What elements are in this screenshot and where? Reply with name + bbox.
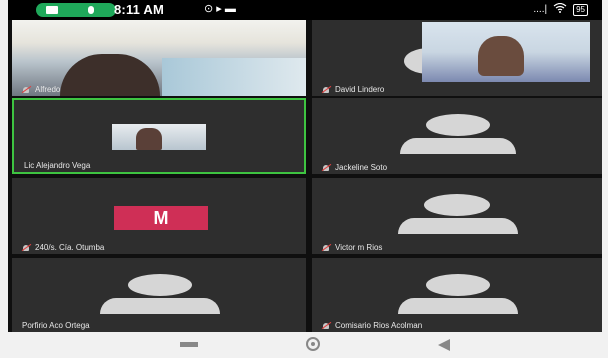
participant-name: Comisario Rios Acolman: [322, 321, 422, 330]
participant-initial-badge: M: [114, 206, 208, 230]
home-button[interactable]: [306, 337, 320, 351]
microphone-muted-icon: [322, 86, 331, 93]
android-nav-bar: [8, 332, 602, 358]
microphone-muted-icon: [22, 244, 31, 251]
window-background: [162, 58, 306, 96]
participant-name: Alfredo: [22, 85, 60, 94]
video-camera-icon[interactable]: [46, 6, 58, 14]
microphone-muted-icon: [322, 244, 331, 251]
person-silhouette: [478, 36, 524, 76]
avatar-head: [424, 194, 490, 216]
participant-name: 240/s. Cía. Otumba: [22, 243, 104, 252]
avatar-head: [426, 114, 490, 136]
wifi-icon: [553, 2, 567, 16]
microphone-muted-icon: [322, 322, 331, 329]
participant-tile[interactable]: M 240/s. Cía. Otumba: [12, 178, 306, 254]
participant-tile[interactable]: Victor m Rios: [312, 178, 602, 254]
participant-name: Lic Alejandro Vega: [24, 161, 91, 170]
clock: 8:11 AM: [114, 2, 165, 17]
avatar-body: [100, 298, 220, 314]
notification-icons: ⊙ ▸ ▬: [204, 3, 236, 15]
participant-tile[interactable]: Comisario Rios Acolman: [312, 258, 602, 332]
recent-apps-button[interactable]: [180, 342, 198, 347]
microphone-muted-icon: [322, 164, 331, 171]
back-button[interactable]: [438, 339, 450, 351]
meeting-controls-pill[interactable]: [36, 3, 116, 17]
participant-name: Victor m Rios: [322, 243, 382, 252]
avatar-body: [400, 138, 516, 154]
microphone-icon[interactable]: [88, 6, 94, 14]
video-grid: Alfredo David Lindero Lic Alejandro Vega…: [12, 20, 602, 332]
participant-name: Porfirio Aco Ortega: [22, 321, 90, 330]
microphone-muted-icon: [22, 86, 31, 93]
participant-name: David Lindero: [322, 85, 384, 94]
phone-screen: 8:11 AM ⊙ ▸ ▬ ....| 95 Alfredo David Lin…: [8, 0, 602, 358]
avatar-body: [398, 218, 518, 234]
person-silhouette: [136, 128, 162, 150]
battery-icon: 95: [573, 3, 588, 16]
participant-tile-active[interactable]: Lic Alejandro Vega: [12, 98, 306, 174]
participant-tile[interactable]: Jackeline Soto: [312, 98, 602, 174]
participant-name: Jackeline Soto: [322, 163, 387, 172]
participant-tile[interactable]: Alfredo: [12, 20, 306, 96]
status-right: ....| 95: [533, 2, 588, 16]
status-bar: 8:11 AM ⊙ ▸ ▬ ....| 95: [8, 0, 602, 20]
participant-tile[interactable]: Porfirio Aco Ortega: [12, 258, 306, 332]
participant-tile[interactable]: David Lindero: [312, 20, 602, 96]
signal-icon: ....|: [533, 4, 548, 15]
avatar-head: [128, 274, 192, 296]
avatar-head: [426, 274, 490, 296]
avatar-body: [398, 298, 518, 314]
